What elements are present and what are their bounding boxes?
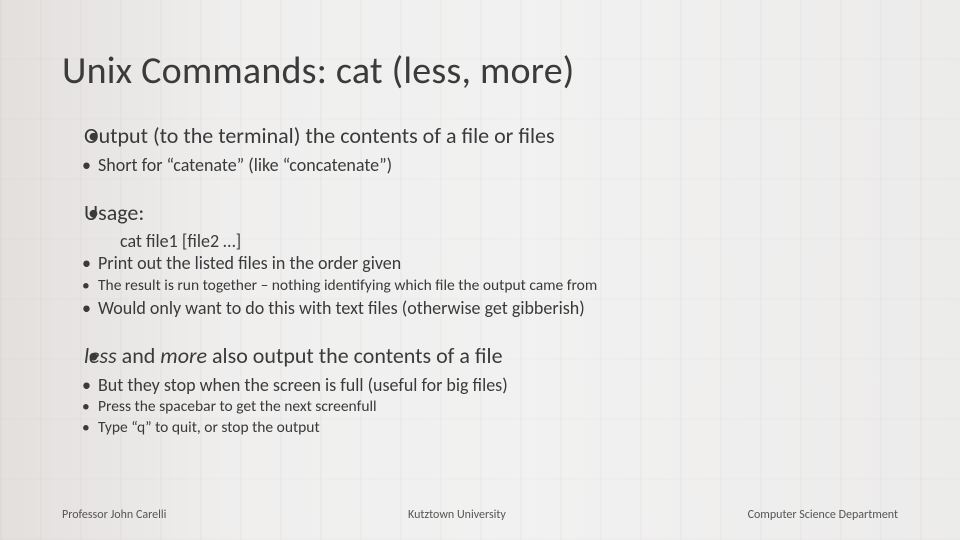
bullet-usage: Usage: xyxy=(84,199,898,227)
text-and: and xyxy=(117,342,161,369)
bullet-less-more: less and more also output the contents o… xyxy=(84,342,898,370)
slide-title: Unix Commands: cat (less, more) xyxy=(62,48,898,94)
bullet-output: Output (to the terminal) the contents of… xyxy=(84,122,898,150)
cmd-less: less xyxy=(84,342,117,369)
slide-content: Unix Commands: cat (less, more) Output (… xyxy=(0,0,960,540)
usage-syntax: cat file1 [file2 …] xyxy=(62,230,898,252)
bullet-block-output: Output (to the terminal) the contents of… xyxy=(62,122,898,177)
text-also-output: also output the contents of a file xyxy=(207,342,502,369)
bullet-print: Print out the listed files in the order … xyxy=(98,252,898,275)
bullet-spacebar: Press the spacebar to get the next scree… xyxy=(98,397,898,418)
bullet-stop-full: But they stop when the screen is full (u… xyxy=(98,374,898,397)
bullet-text-files: Would only want to do this with text fil… xyxy=(98,297,898,320)
bullet-run-together: The result is run together – nothing ide… xyxy=(98,276,898,297)
cmd-more: more xyxy=(160,342,207,369)
bullet-quit: Type “q” to quit, or stop the output xyxy=(98,418,898,439)
bullet-block-less-more: less and more also output the contents o… xyxy=(62,342,898,439)
bullet-block-usage: Usage: cat file1 [file2 …] Print out the… xyxy=(62,199,898,320)
bullet-catenate: Short for “catenate” (like “concatenate”… xyxy=(98,154,898,177)
